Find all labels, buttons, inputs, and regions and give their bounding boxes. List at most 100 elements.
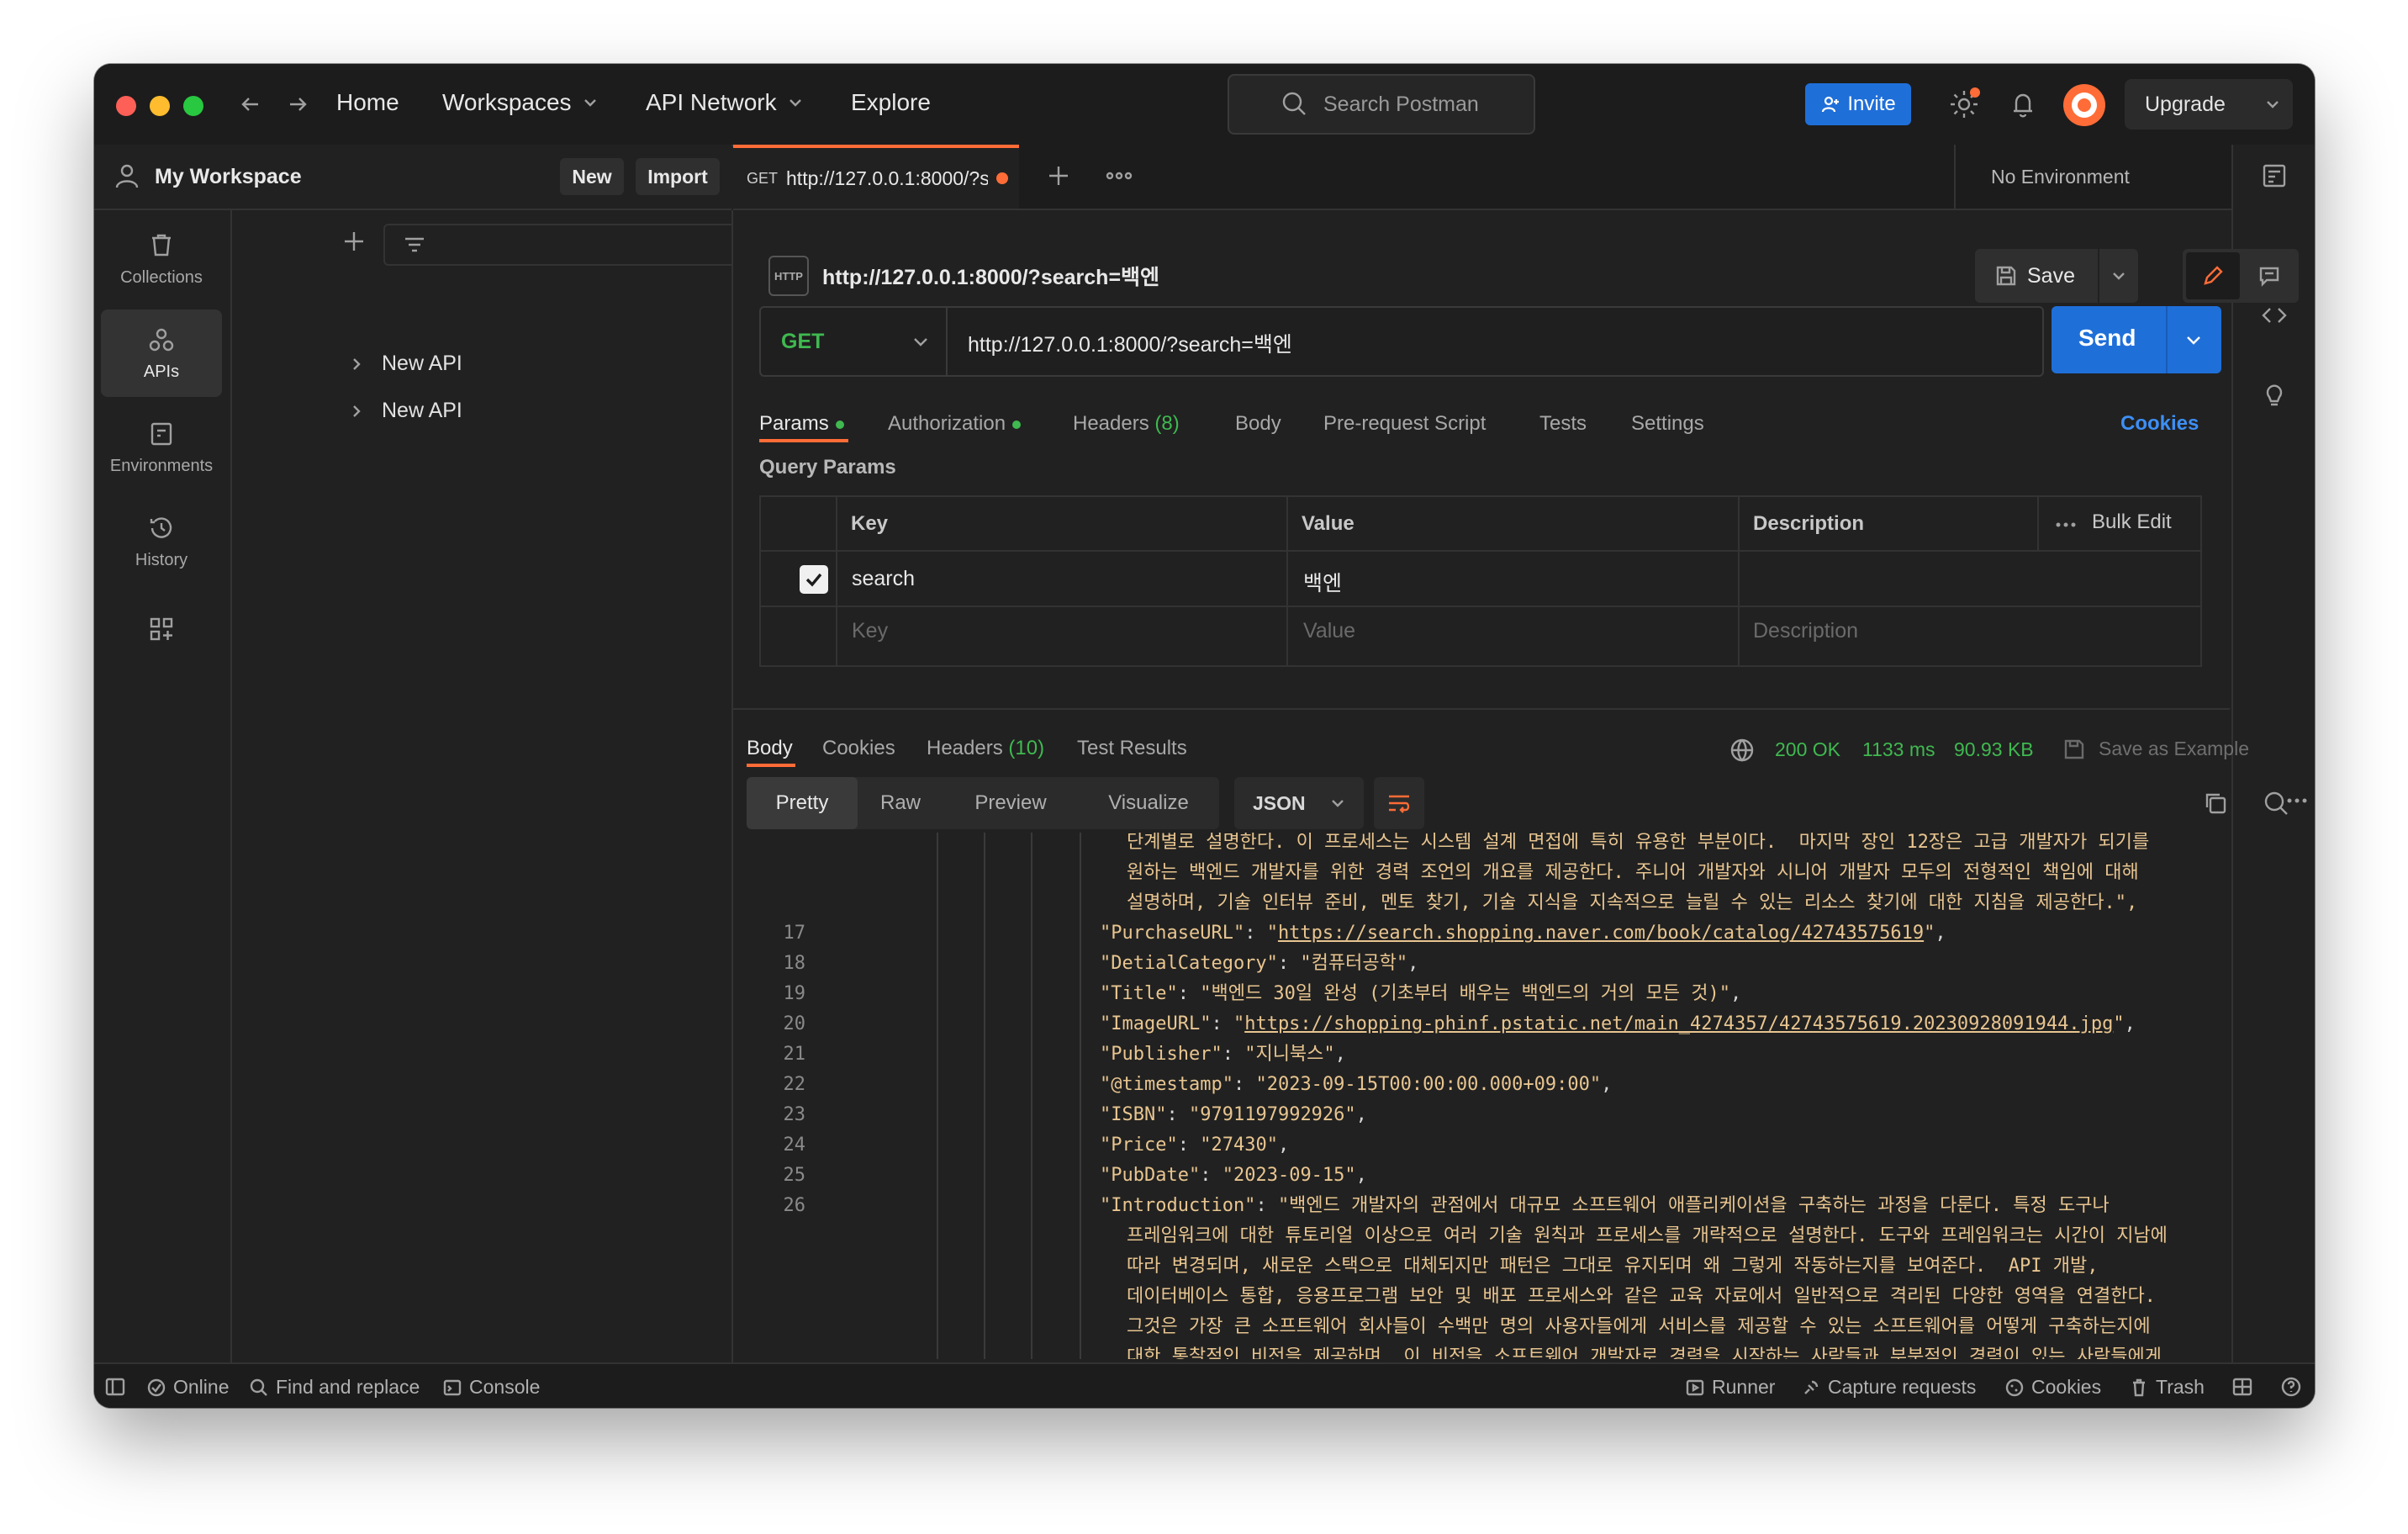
wrap-lines-button[interactable]	[1374, 777, 1424, 829]
method-select[interactable]: GET	[761, 308, 948, 375]
tree-item-new-api[interactable]: New API	[350, 352, 462, 376]
view-mode-visualize[interactable]: Visualize	[1078, 777, 1219, 829]
response-tab-headers[interactable]: Headers (10)	[927, 737, 1044, 760]
more-options-icon[interactable]	[2053, 516, 2078, 533]
view-mode-raw[interactable]: Raw	[858, 777, 943, 829]
tab-request[interactable]: GET http://127.0.0.1:8000/?s	[733, 145, 1019, 209]
forward-arrow-icon[interactable]	[281, 87, 314, 121]
two-pane-view-icon[interactable]	[2231, 1376, 2253, 1398]
param-key-cell[interactable]: search	[852, 567, 915, 591]
online-status[interactable]: Online	[146, 1376, 229, 1399]
code-line-continuation: 프레임워크에 대한 튜토리얼 이상으로 여러 기술 원칙과 프로세스를 개략적으…	[1127, 1221, 2168, 1251]
format-select[interactable]: JSON	[1234, 777, 1364, 829]
tab-body[interactable]: Body	[1235, 412, 1281, 436]
console-button[interactable]: Console	[442, 1376, 540, 1399]
url-input[interactable]: http://127.0.0.1:8000/?search=백엔	[968, 328, 1292, 358]
help-icon[interactable]	[2280, 1376, 2302, 1398]
back-arrow-icon[interactable]	[234, 87, 267, 121]
view-mode-preview[interactable]: Preview	[943, 777, 1078, 829]
new-button[interactable]: New	[560, 158, 624, 195]
global-search-input[interactable]: Search Postman	[1228, 74, 1535, 135]
response-tab-body[interactable]: Body	[747, 737, 793, 760]
json-url-link[interactable]: https://search.shopping.naver.com/book/c…	[1278, 923, 1924, 944]
find-and-replace-button[interactable]: Find and replace	[249, 1376, 420, 1399]
chevron-down-icon	[1331, 800, 1344, 807]
close-window-button[interactable]	[116, 96, 136, 116]
param-enabled-checkbox[interactable]	[800, 565, 828, 594]
nav-explore[interactable]: Explore	[851, 89, 931, 116]
sidebar-item-apis[interactable]: APIs	[101, 309, 222, 397]
notifications-bell-icon[interactable]	[2006, 87, 2040, 125]
cookies-link[interactable]: Cookies	[2120, 412, 2199, 436]
json-key: "@timestamp"	[1100, 1074, 1233, 1095]
tab-params[interactable]: Params	[759, 412, 844, 436]
json-key: "Price"	[1100, 1135, 1178, 1156]
code-icon[interactable]	[2260, 301, 2289, 330]
invite-button[interactable]: Invite	[1805, 83, 1911, 125]
code-line: "DetialCategory": "컴퓨터공학",	[1100, 953, 1419, 974]
more-options-icon[interactable]	[1105, 163, 1133, 188]
sidebar-item-environments[interactable]: Environments	[101, 404, 222, 491]
save-as-example-button[interactable]: Save as Example	[2099, 738, 2249, 760]
cookies-button[interactable]: Cookies	[2004, 1376, 2101, 1399]
maximize-window-button[interactable]	[183, 96, 203, 116]
bulk-edit-button[interactable]: Bulk Edit	[2092, 510, 2172, 534]
search-icon	[250, 1378, 267, 1396]
tab-settings[interactable]: Settings	[1631, 412, 1704, 436]
environment-quick-look-icon[interactable]	[2260, 161, 2289, 190]
search-icon[interactable]	[2262, 789, 2290, 817]
json-string-value: 데이터베이스 통합, 응용프로그램 보안 및 배포 프로세스와 같은 교육 자료…	[1127, 1286, 2156, 1307]
import-button[interactable]: Import	[636, 158, 720, 195]
save-options-button[interactable]	[2099, 249, 2138, 303]
new-param-description-input[interactable]: Description	[1753, 619, 1858, 643]
json-key: "Introduction"	[1100, 1195, 1256, 1216]
lightbulb-icon[interactable]	[2260, 382, 2289, 410]
new-tab-plus-icon[interactable]	[1046, 163, 1071, 188]
json-string-value: 9791197992926	[1200, 1104, 1345, 1125]
json-url-link[interactable]: https://shopping-phinf.pstatic.net/main_…	[1244, 1013, 2113, 1034]
response-tab-test-results[interactable]: Test Results	[1077, 737, 1187, 760]
workspace-header: My Workspace New Import	[94, 145, 731, 210]
configure-workspace-button[interactable]	[101, 595, 222, 663]
comments-button[interactable]	[2243, 252, 2295, 299]
response-body-code[interactable]: 단계별로 설명한다. 이 프로세스는 시스템 설계 면접에 특히 유용한 부분이…	[747, 833, 2213, 1359]
avatar[interactable]	[2063, 84, 2105, 126]
send-button[interactable]: Send	[2052, 306, 2221, 373]
view-mode-pretty[interactable]: Pretty	[747, 777, 858, 829]
chevron-down-icon	[2113, 272, 2125, 280]
toggle-sidebar-icon[interactable]	[104, 1376, 126, 1398]
status-bar: Online Find and replace Console Runner C…	[94, 1362, 2315, 1408]
tree-item-new-api[interactable]: New API	[350, 399, 462, 423]
tab-authorization[interactable]: Authorization	[888, 412, 1022, 436]
trash-button[interactable]: Trash	[2129, 1376, 2205, 1399]
capture-requests-button[interactable]: Capture requests	[1801, 1376, 1976, 1399]
plus-icon[interactable]	[341, 229, 367, 254]
sidebar-item-label: History	[135, 550, 188, 569]
wrap-lines-icon	[1389, 795, 1410, 813]
tab-tests[interactable]: Tests	[1539, 412, 1587, 436]
param-value-cell[interactable]: 백엔	[1303, 567, 1342, 597]
copy-icon[interactable]	[2201, 789, 2230, 817]
nav-home[interactable]: Home	[336, 89, 399, 116]
nav-api-network[interactable]: API Network	[646, 89, 804, 116]
runner-button[interactable]: Runner	[1685, 1376, 1775, 1399]
sidebar-item-collections[interactable]: Collections	[101, 215, 222, 303]
request-name[interactable]: http://127.0.0.1:8000/?search=백엔	[822, 261, 1159, 291]
upgrade-button[interactable]: Upgrade	[2125, 79, 2293, 130]
code-line-continuation: 데이터베이스 통합, 응용프로그램 보안 및 배포 프로세스와 같은 교육 자료…	[1127, 1282, 2156, 1312]
tab-headers[interactable]: Headers (8)	[1073, 412, 1180, 436]
tab-prerequest-script[interactable]: Pre-request Script	[1323, 412, 1486, 436]
nav-workspaces[interactable]: Workspaces	[442, 89, 599, 116]
settings-gear-icon[interactable]	[1946, 86, 1983, 127]
new-param-key-input[interactable]: Key	[852, 619, 888, 643]
send-options-chevron-icon[interactable]	[2184, 331, 2203, 349]
minimize-window-button[interactable]	[150, 96, 170, 116]
title-bar: Home Workspaces API Network Explore Sear…	[94, 64, 2315, 146]
sidebar-item-history[interactable]: History	[101, 498, 222, 585]
chevron-right-icon	[353, 357, 361, 370]
response-tab-cookies[interactable]: Cookies	[822, 737, 895, 760]
save-button[interactable]: Save	[1975, 249, 2098, 303]
edit-mode-button[interactable]	[2186, 252, 2240, 299]
new-param-value-input[interactable]: Value	[1303, 619, 1355, 643]
globe-icon[interactable]	[1729, 737, 1756, 764]
